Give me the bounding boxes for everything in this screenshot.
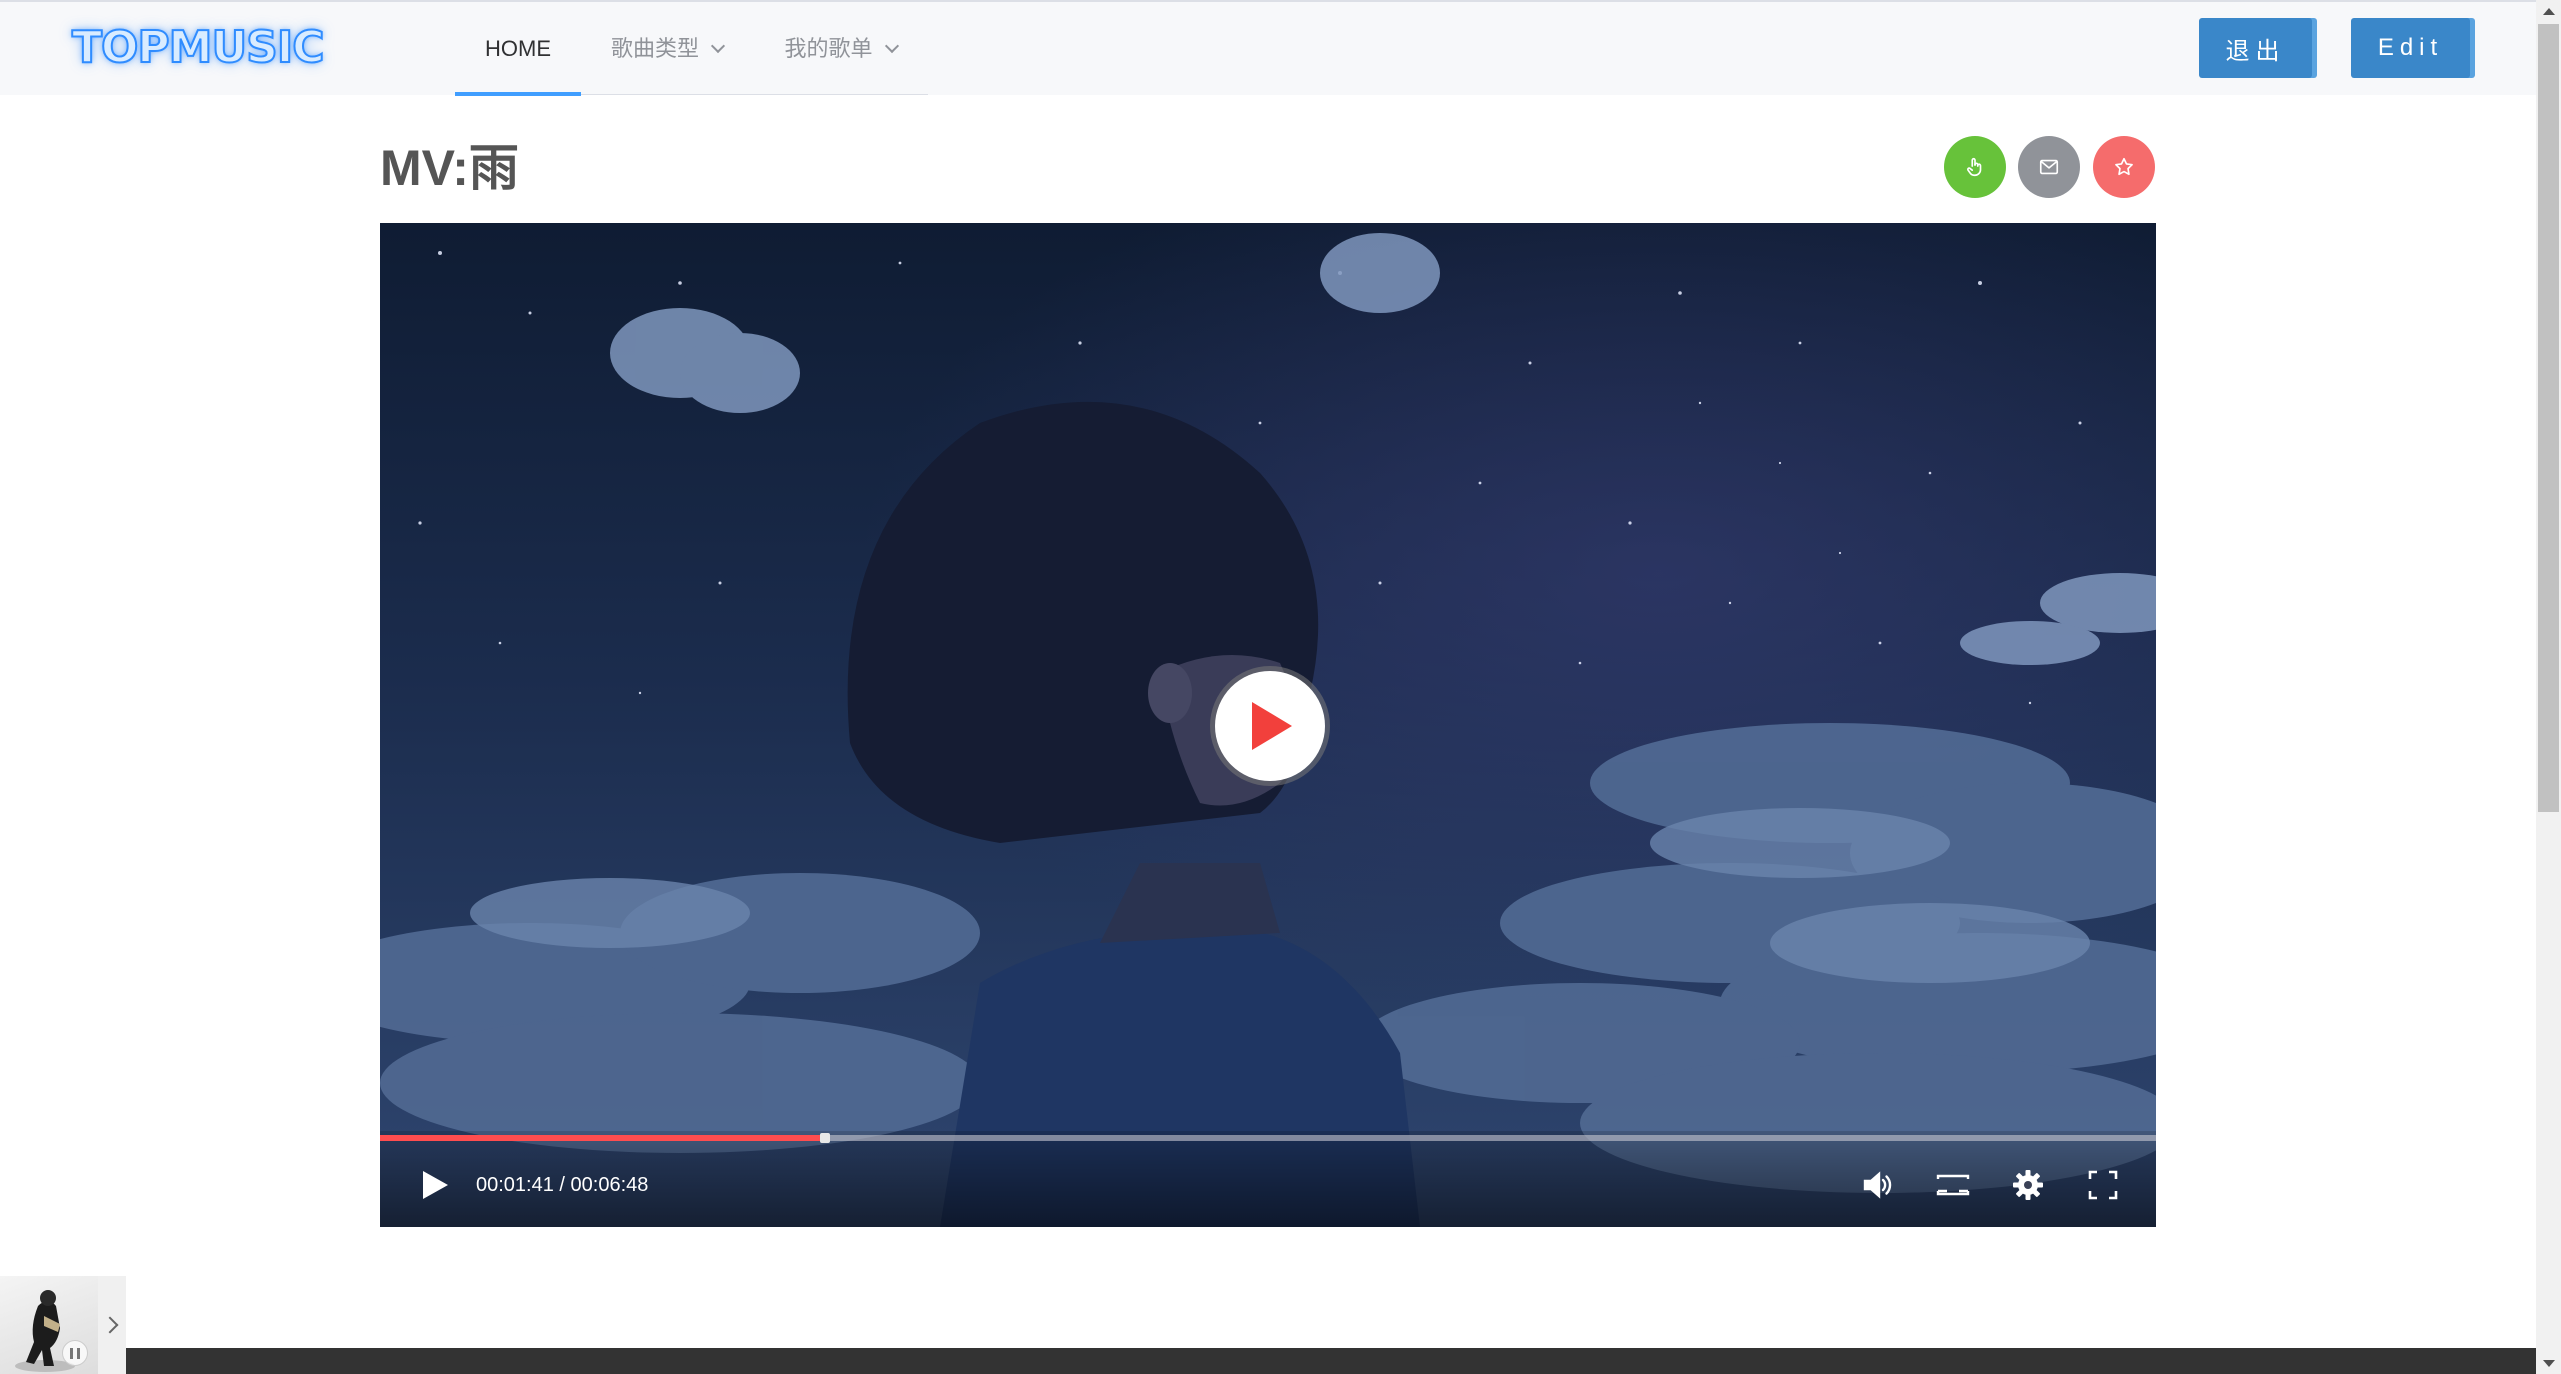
chevron-down-icon [884,38,899,53]
progress-played [380,1135,821,1141]
page-title: MV:雨 [380,140,519,196]
pause-icon[interactable] [62,1340,88,1366]
player-control-bar: 00:01:41 / 00:06:48 [380,1131,2156,1227]
expand-arrow-icon[interactable] [102,1314,120,1336]
big-play-button[interactable] [1215,671,1325,781]
play-pause-button[interactable] [420,1169,450,1201]
volume-icon [1863,1171,1892,1199]
mail-icon [2039,159,2059,175]
widescreen-icon [1936,1174,1970,1196]
volume-button[interactable] [1860,1167,1896,1203]
play-icon [423,1171,448,1199]
nav-item-song-types[interactable]: 歌曲类型 [581,2,753,95]
vertical-scrollbar[interactable] [2536,0,2561,1374]
top-navigation-bar: TOPMUSIC HOME 歌曲类型 我的歌单 退出 Edit [0,0,2536,96]
chevron-down-icon [710,38,726,53]
fullscreen-button[interactable] [2085,1167,2121,1203]
nav-item-my-playlists[interactable]: 我的歌单 [753,2,928,95]
settings-button[interactable] [2010,1167,2046,1203]
nav-item-home[interactable]: HOME [455,2,581,96]
page-footer [126,1348,2536,1374]
scroll-thumb[interactable] [2538,24,2559,812]
album-cover[interactable] [0,1276,98,1374]
nav-item-my-playlists-label: 我的歌单 [784,35,873,61]
scroll-up-button[interactable] [2536,0,2561,22]
main-menu: HOME 歌曲类型 我的歌单 [455,2,928,96]
message-button[interactable] [2018,136,2080,198]
nav-item-song-types-label: 歌曲类型 [610,35,699,61]
favorite-button[interactable] [2093,136,2155,198]
scroll-down-arrow-icon [2542,1359,2555,1367]
edit-button[interactable]: Edit [2351,18,2470,78]
fullscreen-icon [2088,1170,2118,1200]
play-icon [1252,702,1292,750]
settings-gear-icon [2013,1170,2043,1200]
star-icon [2115,157,2133,176]
scroll-down-button[interactable] [2536,1352,2561,1374]
logout-button[interactable]: 退出 [2199,18,2312,78]
thumb-icon [1967,157,1982,177]
playback-time: 00:01:41 / 00:06:48 [476,1174,649,1196]
mini-music-player [0,1276,126,1374]
nav-item-home-label: HOME [485,35,551,61]
progress-handle[interactable] [820,1133,831,1143]
progress-bar[interactable] [380,1133,2156,1143]
site-logo[interactable]: TOPMUSIC [71,21,326,74]
mv-video-player[interactable]: 00:01:41 / 00:06:48 [380,223,2156,1227]
widescreen-button[interactable] [1935,1167,1971,1203]
scroll-up-arrow-icon [2542,7,2555,15]
like-button[interactable] [1944,136,2006,198]
